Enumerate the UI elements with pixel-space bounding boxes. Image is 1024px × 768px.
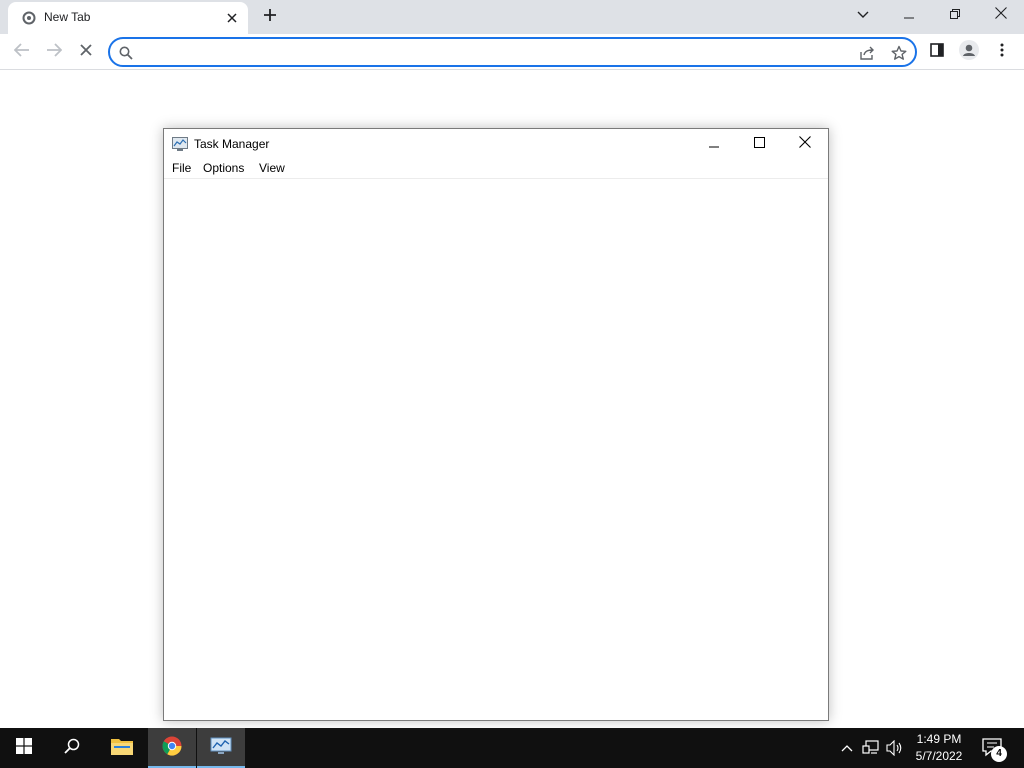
clock-date: 5/7/2022 (915, 749, 963, 763)
task-manager-titlebar[interactable]: Task Manager (164, 129, 828, 159)
windows-start-icon (16, 737, 32, 759)
tab-close-icon[interactable] (222, 8, 242, 28)
browser-restore-button[interactable] (932, 0, 978, 30)
search-icon (64, 738, 80, 759)
maximize-icon (753, 135, 765, 153)
forward-icon (46, 42, 63, 62)
notification-count-badge: 4 (991, 746, 1007, 762)
minimize-icon (709, 135, 719, 153)
browser-toolbar (0, 34, 1024, 70)
task-manager-content (164, 179, 828, 720)
tab-search-button[interactable] (840, 0, 886, 30)
task-manager-icon (172, 137, 188, 151)
taskbar-search-button[interactable] (48, 728, 96, 768)
task-manager-taskbar-button[interactable] (197, 728, 245, 768)
browser-close-button[interactable] (978, 0, 1024, 30)
new-tab-button[interactable] (257, 4, 283, 30)
close-icon (995, 6, 1007, 24)
profile-button[interactable] (955, 38, 983, 66)
back-icon (13, 42, 30, 62)
chrome-taskbar-button[interactable] (148, 728, 196, 768)
minimize-icon (904, 6, 914, 24)
stop-button[interactable] (72, 38, 100, 66)
stop-icon (80, 43, 92, 61)
omnibox[interactable] (108, 37, 917, 67)
star-icon[interactable] (889, 43, 909, 63)
tab-new-tab[interactable]: New Tab (8, 2, 248, 34)
chrome-icon (162, 736, 182, 761)
taskbar: 1:49 PM 5/7/2022 4 (0, 728, 1024, 768)
system-clock[interactable]: 1:49 PM 5/7/2022 (908, 731, 970, 765)
plus-icon (263, 8, 277, 27)
volume-icon[interactable] (884, 738, 906, 758)
menu-options[interactable]: Options (201, 161, 246, 175)
task-manager-menubar: File Options View (164, 159, 828, 179)
file-explorer-icon (111, 737, 133, 760)
forward-button[interactable] (40, 38, 68, 66)
tm-close-button[interactable] (782, 129, 828, 159)
profile-icon (959, 39, 979, 65)
search-icon (116, 43, 136, 63)
tm-minimize-button[interactable] (691, 129, 737, 159)
share-icon[interactable] (857, 43, 877, 63)
chrome-newtab-icon (22, 11, 36, 25)
file-explorer-button[interactable] (98, 728, 146, 768)
more-button[interactable] (988, 38, 1016, 66)
tab-title: New Tab (44, 10, 91, 24)
more-icon (1000, 43, 1004, 62)
chevron-up-icon[interactable] (836, 738, 858, 758)
back-button[interactable] (8, 38, 36, 66)
browser-minimize-button[interactable] (886, 0, 932, 30)
restore-icon (950, 6, 960, 24)
menu-file[interactable]: File (170, 161, 193, 175)
clock-time: 1:49 PM (916, 732, 962, 746)
side-panel-button[interactable] (923, 38, 951, 66)
task-manager-icon (210, 737, 232, 760)
network-icon[interactable] (860, 738, 882, 758)
chevron-down-icon (857, 6, 869, 24)
menu-view[interactable]: View (257, 161, 287, 175)
task-manager-window: Task Manager File Options View (163, 128, 829, 721)
side-panel-icon (930, 42, 944, 62)
tm-maximize-button[interactable] (736, 129, 782, 159)
close-icon (799, 135, 811, 153)
tab-strip: New Tab (0, 0, 1024, 34)
address-input[interactable] (140, 43, 840, 61)
window-title: Task Manager (194, 137, 270, 151)
start-button[interactable] (0, 728, 48, 768)
